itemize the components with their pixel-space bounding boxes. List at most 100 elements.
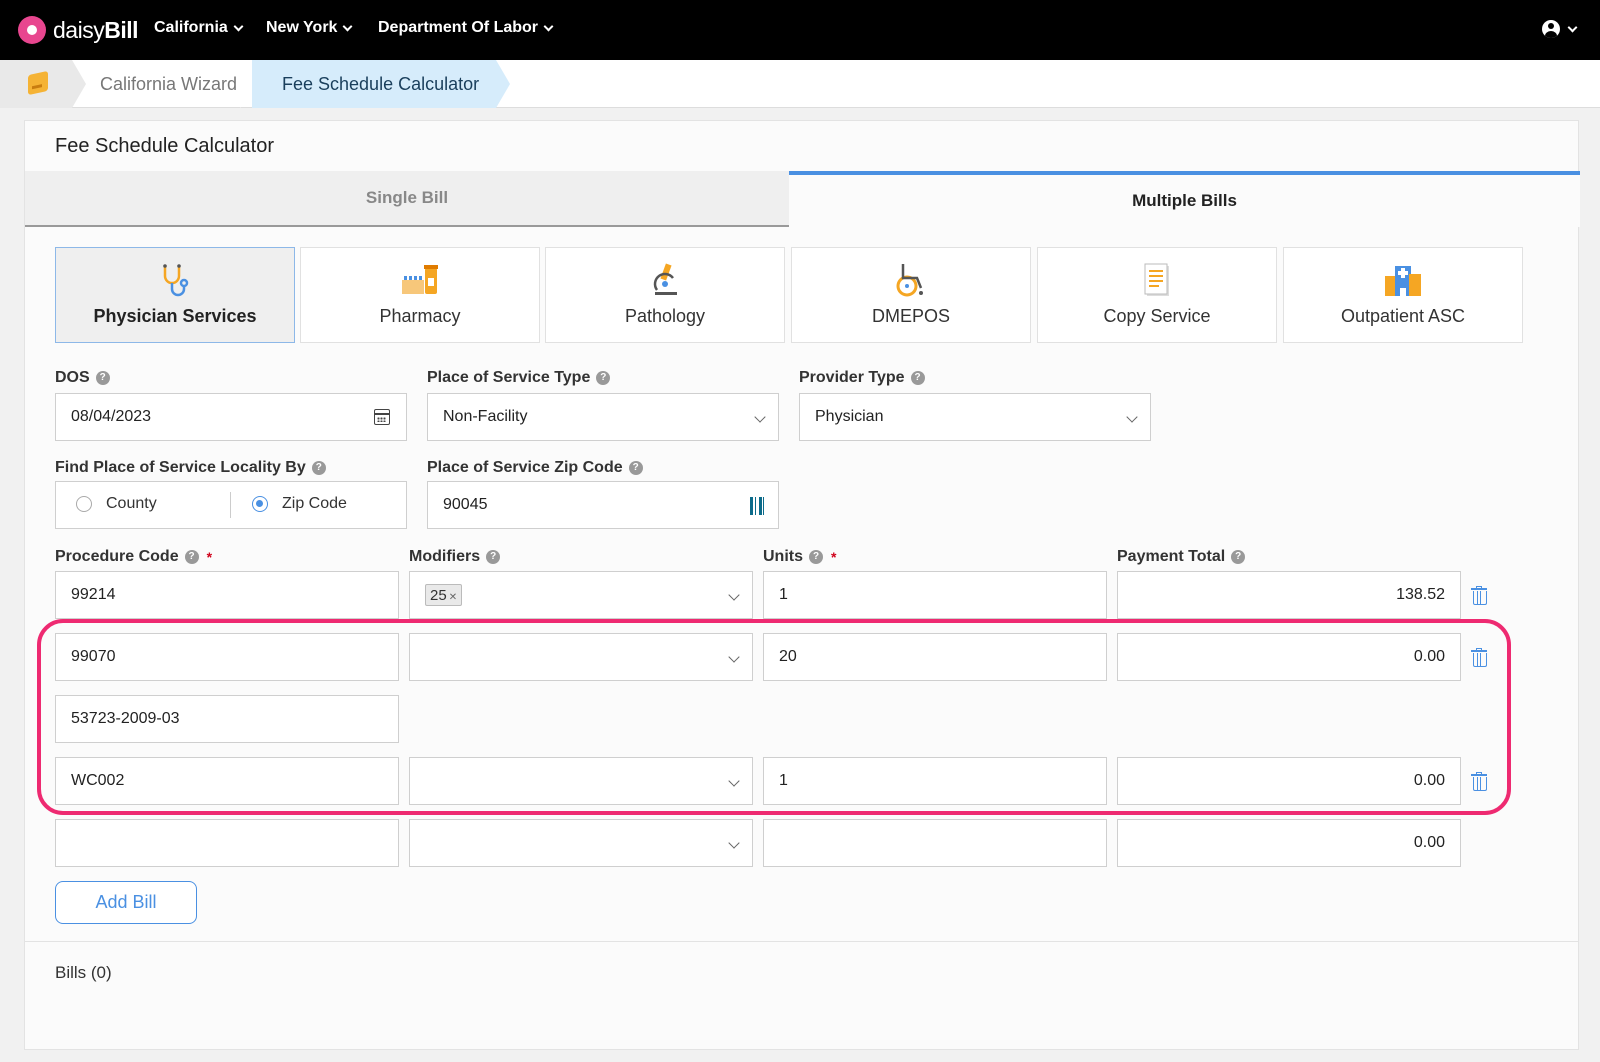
zip-code-label-text: Place of Service Zip Code (427, 459, 623, 476)
breadcrumb-active-arrow (496, 60, 510, 108)
zip-code-value: 90045 (443, 496, 488, 513)
nav-department-of-labor[interactable]: Department Of Labor (378, 19, 554, 37)
delete-row-icon[interactable] (1471, 648, 1487, 667)
trash-lid (1476, 648, 1482, 651)
ndc-input[interactable]: 53723-2009-03 (55, 695, 399, 743)
dos-date-input[interactable]: 08/04/2023 (55, 393, 407, 441)
modifiers-select[interactable] (409, 633, 753, 681)
procedure-code-value: 99070 (71, 648, 116, 665)
units-input[interactable]: 1 (763, 757, 1107, 805)
procedure-code-header: Procedure Code? * (55, 548, 212, 566)
chevron-down-icon (754, 411, 766, 423)
help-icon[interactable]: ? (486, 550, 501, 564)
payment-total-header: Payment Total? (1117, 548, 1246, 566)
radio-zip-code-label: Zip Code (282, 495, 347, 512)
dos-label-text: DOS (55, 369, 90, 386)
radio-county[interactable]: County (76, 495, 157, 513)
procedure-code-input[interactable]: 99214 (55, 571, 399, 619)
procedure-code-input[interactable] (55, 819, 399, 867)
payment-total-field: 0.00 (1117, 633, 1461, 681)
chevron-down-icon (543, 21, 554, 31)
procedure-code-input[interactable]: WC002 (55, 757, 399, 805)
modifiers-select[interactable] (409, 819, 753, 867)
help-icon[interactable]: ? (910, 371, 925, 385)
daisy-flower-icon (18, 16, 46, 44)
home-wizard-icon (28, 70, 48, 96)
procedure-code-input[interactable]: 99070 (55, 633, 399, 681)
page-title: Fee Schedule Calculator (55, 135, 275, 157)
service-label: Pathology (624, 306, 706, 326)
service-label: Copy Service (1103, 306, 1211, 326)
service-pathology[interactable]: Pathology (545, 247, 785, 343)
dos-value: 08/04/2023 (71, 408, 152, 425)
breadcrumb-california-wizard[interactable]: California Wizard (100, 74, 237, 95)
units-value: 1 (779, 586, 788, 603)
add-bill-button[interactable]: Add Bill (55, 881, 197, 924)
nav-new-york[interactable]: New York (266, 19, 353, 37)
ndc-value: 53723-2009-03 (71, 710, 180, 727)
pos-type-value: Non-Facility (443, 408, 528, 425)
daisybill-logo[interactable]: daisyBill (18, 16, 138, 44)
nav-dol-label: Department Of Labor (378, 19, 539, 36)
wheelchair-icon (896, 264, 923, 297)
service-label: Outpatient ASC (1340, 306, 1466, 326)
help-icon[interactable]: ? (311, 461, 326, 475)
radio-divider (230, 492, 231, 518)
microscope-icon (653, 263, 677, 295)
trash-lid (1476, 586, 1482, 589)
tab-single-bill[interactable]: Single Bill (25, 171, 789, 227)
chevron-down-icon (728, 837, 740, 849)
modifiers-select[interactable] (409, 757, 753, 805)
units-input[interactable] (763, 819, 1107, 867)
service-pharmacy[interactable]: Pharmacy (300, 247, 540, 343)
user-icon (1542, 20, 1560, 38)
modifier-chip[interactable]: 25 ✕ (425, 584, 463, 606)
nav-new-york-label: New York (266, 19, 338, 36)
tab-multiple-bills[interactable]: Multiple Bills (789, 171, 1580, 227)
remove-chip-icon[interactable]: ✕ (449, 592, 457, 603)
chevron-down-icon (728, 589, 740, 601)
calendar-icon[interactable] (374, 409, 390, 425)
units-input[interactable]: 1 (763, 571, 1107, 619)
provider-type-select[interactable]: Physician (799, 393, 1151, 441)
delete-row-icon[interactable] (1471, 586, 1487, 605)
trash-lid (1476, 772, 1482, 775)
place-of-service-type-select[interactable]: Non-Facility (427, 393, 779, 441)
payment-total-value: 0.00 (1413, 648, 1445, 665)
calculator-card: Fee Schedule Calculator Single Bill Mult… (24, 120, 1580, 1050)
provider-type-label: Provider Type? (799, 369, 925, 387)
modifiers-select[interactable]: 25 ✕ (409, 571, 753, 619)
service-outpatient-asc[interactable]: Outpatient ASC (1283, 247, 1523, 343)
place-of-service-type-label: Place of Service Type? (427, 369, 611, 387)
required-marker: * (831, 549, 837, 565)
modifier-chip-label: 25 (430, 586, 447, 604)
help-icon[interactable]: ? (628, 461, 643, 475)
help-icon[interactable]: ? (809, 550, 823, 564)
service-physician-services[interactable]: Physician Services (55, 247, 295, 343)
help-icon[interactable]: ? (184, 550, 199, 564)
breadcrumb-separator (240, 60, 252, 108)
breadcrumb-fee-schedule-calculator: Fee Schedule Calculator (282, 74, 480, 94)
required-marker: * (206, 549, 213, 565)
help-icon[interactable]: ? (1231, 550, 1246, 564)
modifiers-header: Modifiers? (409, 548, 501, 566)
radio-zip-code[interactable]: Zip Code (252, 495, 347, 513)
user-menu[interactable] (1542, 20, 1578, 38)
barcode-icon (750, 497, 766, 515)
payment-total-value: 0.00 (1413, 772, 1445, 789)
service-label: DMEPOS (871, 306, 950, 326)
help-icon[interactable]: ? (95, 371, 110, 385)
zip-code-input[interactable]: 90045 (427, 481, 779, 529)
radio-county-label: County (106, 495, 157, 512)
find-locality-label: Find Place of Service Locality By? (55, 459, 326, 477)
service-copy-service[interactable]: Copy Service (1037, 247, 1277, 343)
units-input[interactable]: 20 (763, 633, 1107, 681)
service-label: Pharmacy (379, 306, 461, 326)
delete-row-icon[interactable] (1471, 772, 1487, 791)
procedure-code-value: WC002 (71, 772, 125, 789)
help-icon[interactable]: ? (596, 371, 611, 385)
nav-california[interactable]: California (154, 19, 244, 37)
breadcrumb-home[interactable] (0, 60, 72, 108)
service-dmepos[interactable]: DMEPOS (791, 247, 1031, 343)
chevron-down-icon (233, 21, 244, 31)
